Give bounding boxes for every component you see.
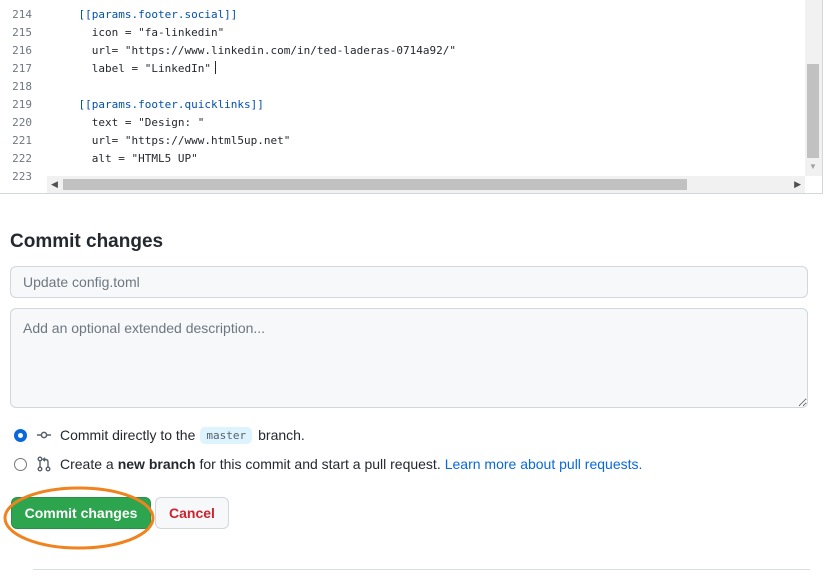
vertical-scrollbar[interactable]: ▼ [805,0,822,176]
code-editor[interactable]: 214 [[params.footer.social]] 215 icon = "… [0,0,823,194]
commit-changes-button[interactable]: Commit changes [11,497,151,529]
commit-direct-text-after: branch. [258,427,305,443]
text-cursor [214,61,216,74]
line-number: 223 [12,170,32,183]
scroll-left-arrow-icon[interactable]: ◀ [51,179,58,190]
code-line[interactable]: 222 alt = "HTML5 UP" [0,150,806,168]
code-line[interactable]: 221 url= "https://www.html5up.net" [0,132,806,150]
new-branch-text-before: Create a [60,456,114,472]
line-code: text = "Design: " [52,116,205,129]
horizontal-scrollbar[interactable]: ◀ ▶ [47,176,805,193]
git-pull-request-icon [37,456,51,472]
line-code: label = "LinkedIn" [52,60,216,78]
learn-more-pull-requests-link[interactable]: Learn more about pull requests. [445,456,643,472]
line-number: 220 [12,116,32,129]
code-line[interactable]: 217 label = "LinkedIn" [0,60,806,78]
code-line[interactable]: 216 url= "https://www.linkedin.com/in/te… [0,42,806,60]
line-number: 216 [12,44,32,57]
line-code: icon = "fa-linkedin" [52,26,225,39]
line-number: 219 [12,98,32,111]
line-number: 214 [12,8,32,21]
line-number: 217 [12,62,32,75]
commit-direct-option[interactable]: Commit directly to the master branch. [14,425,305,445]
commit-direct-radio[interactable] [14,428,27,442]
cancel-button[interactable]: Cancel [155,497,229,529]
commit-summary-input[interactable] [10,266,808,298]
commit-description-textarea[interactable] [10,308,808,408]
line-code: url= "https://www.linkedin.com/in/ted-la… [52,44,456,57]
code-line[interactable]: 214 [[params.footer.social]] [0,6,806,24]
horizontal-scrollbar-thumb[interactable] [63,179,687,190]
new-branch-text-after: for this commit and start a pull request… [199,456,441,472]
new-branch-radio[interactable] [14,457,27,471]
line-code: [[params.footer.quicklinks]] [52,98,264,111]
code-line[interactable]: 220 text = "Design: " [0,114,806,132]
git-commit-icon [37,431,51,439]
scroll-right-arrow-icon[interactable]: ▶ [794,179,801,190]
line-code: [[params.footer.social]] [52,8,238,21]
code-lines: 214 [[params.footer.social]] 215 icon = "… [0,6,806,186]
section-divider [33,569,810,570]
line-code: url= "https://www.html5up.net" [52,134,291,147]
vertical-scrollbar-thumb[interactable] [807,64,819,158]
line-number: 222 [12,152,32,165]
new-branch-option[interactable]: Create a new branch for this commit and … [14,454,642,474]
line-code: alt = "HTML5 UP" [52,152,198,165]
code-line[interactable]: 218 [0,78,806,96]
line-number: 215 [12,26,32,39]
code-line[interactable]: 219 [[params.footer.quicklinks]] [0,96,806,114]
line-number: 221 [12,134,32,147]
scroll-down-arrow-icon[interactable]: ▼ [809,162,817,172]
branch-name-badge: master [200,426,253,444]
code-line[interactable]: 215 icon = "fa-linkedin" [0,24,806,42]
commit-section-title: Commit changes [10,231,164,252]
new-branch-bold-text: new branch [117,456,196,472]
line-number: 218 [12,80,32,93]
commit-direct-text-before: Commit directly to the [60,427,196,443]
